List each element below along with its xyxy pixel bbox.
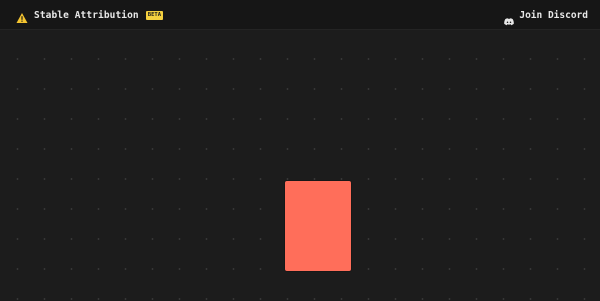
brand-name: Stable Attribution: [34, 9, 139, 21]
join-discord-label: Join Discord: [519, 9, 588, 21]
discord-icon: [504, 11, 515, 26]
join-discord-link[interactable]: Join Discord: [504, 8, 588, 26]
brand-home-link[interactable]: Stable Attribution BETA: [16, 8, 164, 23]
beta-badge: BETA: [145, 10, 164, 20]
page: Stable Attribution BETA Join Discord: [0, 0, 600, 301]
image-placeholder-card[interactable]: [285, 181, 351, 271]
top-navigation-bar: Stable Attribution BETA Join Discord: [0, 0, 600, 30]
warning-triangle-icon: [16, 9, 28, 23]
